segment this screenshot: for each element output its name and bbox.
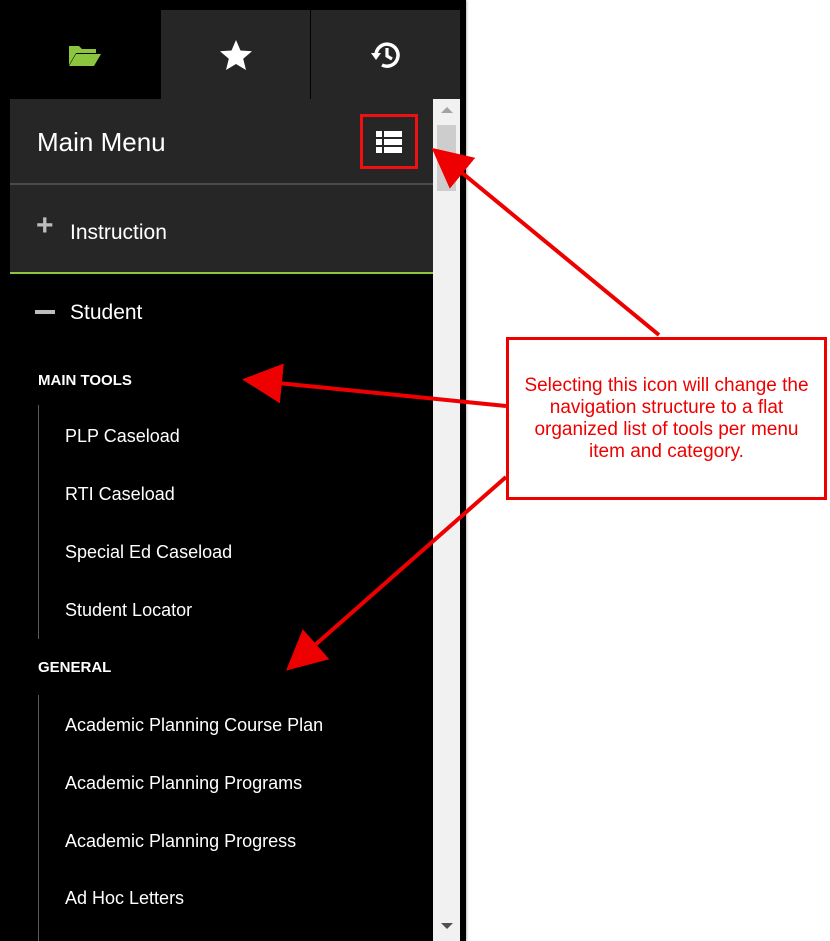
menu-item-label: Instruction bbox=[70, 221, 167, 244]
history-icon bbox=[370, 41, 400, 68]
menu-item-label: Student bbox=[70, 301, 143, 324]
tab-menu[interactable] bbox=[10, 10, 160, 99]
tab-favorites[interactable] bbox=[160, 10, 310, 99]
scrollbar[interactable] bbox=[433, 99, 460, 941]
category-main-tools: MAIN TOOLS bbox=[38, 372, 132, 389]
tool-item[interactable]: Academic Planning Progress bbox=[65, 831, 296, 852]
tab-recent[interactable] bbox=[310, 10, 460, 99]
annotation-text: Selecting this icon will change the navi… bbox=[524, 374, 809, 462]
tool-item[interactable]: Ad Hoc Letters bbox=[65, 888, 184, 909]
tool-item[interactable]: Student Locator bbox=[65, 600, 192, 621]
scroll-down-arrow-icon[interactable] bbox=[441, 923, 453, 929]
menu-item-instruction[interactable]: + Instruction bbox=[10, 185, 433, 272]
menu-item-student[interactable]: Student bbox=[10, 274, 433, 344]
collapse-icon bbox=[35, 310, 55, 314]
menu-header: Main Menu bbox=[10, 99, 433, 183]
navigation-panel: Main Menu + Instruction Student MAIN TOO… bbox=[0, 0, 466, 941]
scroll-thumb[interactable] bbox=[437, 125, 456, 191]
flat-list-icon bbox=[376, 130, 402, 153]
annotation-callout: Selecting this icon will change the navi… bbox=[506, 337, 827, 500]
category-guide-line bbox=[38, 695, 39, 941]
scroll-up-arrow-icon[interactable] bbox=[441, 107, 453, 113]
tool-item[interactable]: RTI Caseload bbox=[65, 484, 175, 505]
arrow-to-toggle bbox=[431, 147, 661, 337]
tool-item[interactable]: Special Ed Caseload bbox=[65, 542, 232, 563]
category-general: GENERAL bbox=[38, 659, 112, 676]
nav-tabs bbox=[10, 10, 460, 99]
page-title: Main Menu bbox=[37, 127, 166, 157]
star-icon bbox=[219, 39, 252, 70]
tool-item[interactable]: Academic Planning Course Plan bbox=[65, 715, 323, 736]
category-guide-line bbox=[38, 405, 39, 639]
tool-item[interactable]: Academic Planning Programs bbox=[65, 773, 302, 794]
expand-icon: + bbox=[36, 209, 54, 242]
folder-open-icon bbox=[69, 45, 101, 66]
tool-item[interactable]: PLP Caseload bbox=[65, 426, 180, 447]
flat-list-toggle-button[interactable] bbox=[360, 114, 418, 169]
